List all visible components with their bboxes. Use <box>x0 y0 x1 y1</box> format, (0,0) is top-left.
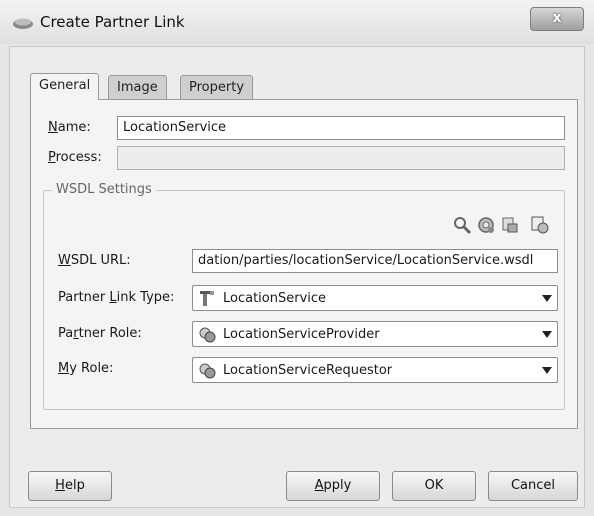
process-label: Process: <box>48 150 102 165</box>
process-field[interactable] <box>117 146 565 170</box>
wsdl-settings-legend: WSDL Settings <box>52 182 156 197</box>
partner-link-type-label: Partner Link Type: <box>58 290 175 305</box>
close-button[interactable]: x <box>530 7 584 31</box>
service-explorer-icon[interactable] <box>476 215 496 235</box>
chevron-down-icon[interactable] <box>542 331 552 338</box>
partner-link-type-select[interactable]: LocationService <box>192 285 558 311</box>
my-role-value: LocationServiceRequestor <box>223 363 393 378</box>
partner-link-icon <box>13 18 33 29</box>
partner-role-select[interactable]: LocationServiceProvider <box>192 321 558 347</box>
partner-link-type-value: LocationService <box>223 291 327 306</box>
search-wsdl-icon[interactable] <box>452 215 472 235</box>
cancel-button[interactable]: Cancel <box>488 471 578 501</box>
ok-button[interactable]: OK <box>392 471 476 501</box>
tab-image[interactable]: Image <box>108 75 167 99</box>
partner-link-type-icon <box>200 291 214 306</box>
help-button[interactable]: Help <box>28 471 112 501</box>
partner-role-value: LocationServiceProvider <box>223 327 380 342</box>
dialog-body: General Image Property Name: LocationSer… <box>9 46 585 508</box>
define-service-icon[interactable] <box>500 215 520 235</box>
chevron-down-icon[interactable] <box>542 295 552 302</box>
tab-property[interactable]: Property <box>180 75 254 99</box>
window-title: Create Partner Link <box>40 13 185 31</box>
generate-wsdl-icon[interactable] <box>530 215 550 235</box>
tab-general[interactable]: General <box>30 73 100 100</box>
general-panel: Name: LocationService Process: WSDL Sett… <box>30 99 578 429</box>
wsdl-url-label: WSDL URL: <box>58 253 131 268</box>
wsdl-url-field[interactable]: dation/parties/locationService/LocationS… <box>192 249 558 273</box>
name-field[interactable]: LocationService <box>117 116 565 140</box>
wsdl-settings-group: WSDL Settings WSDL URL: dation/parties/l <box>43 182 565 410</box>
chevron-down-icon[interactable] <box>542 367 552 374</box>
title-bar: Create Partner Link x <box>0 0 594 44</box>
role-icon <box>199 327 216 343</box>
apply-button[interactable]: Apply <box>286 471 380 501</box>
role-icon <box>199 363 216 379</box>
my-role-select[interactable]: LocationServiceRequestor <box>192 357 558 383</box>
partner-role-label: Partner Role: <box>58 326 142 341</box>
my-role-label: My Role: <box>58 361 114 376</box>
name-label: Name: <box>48 120 91 135</box>
